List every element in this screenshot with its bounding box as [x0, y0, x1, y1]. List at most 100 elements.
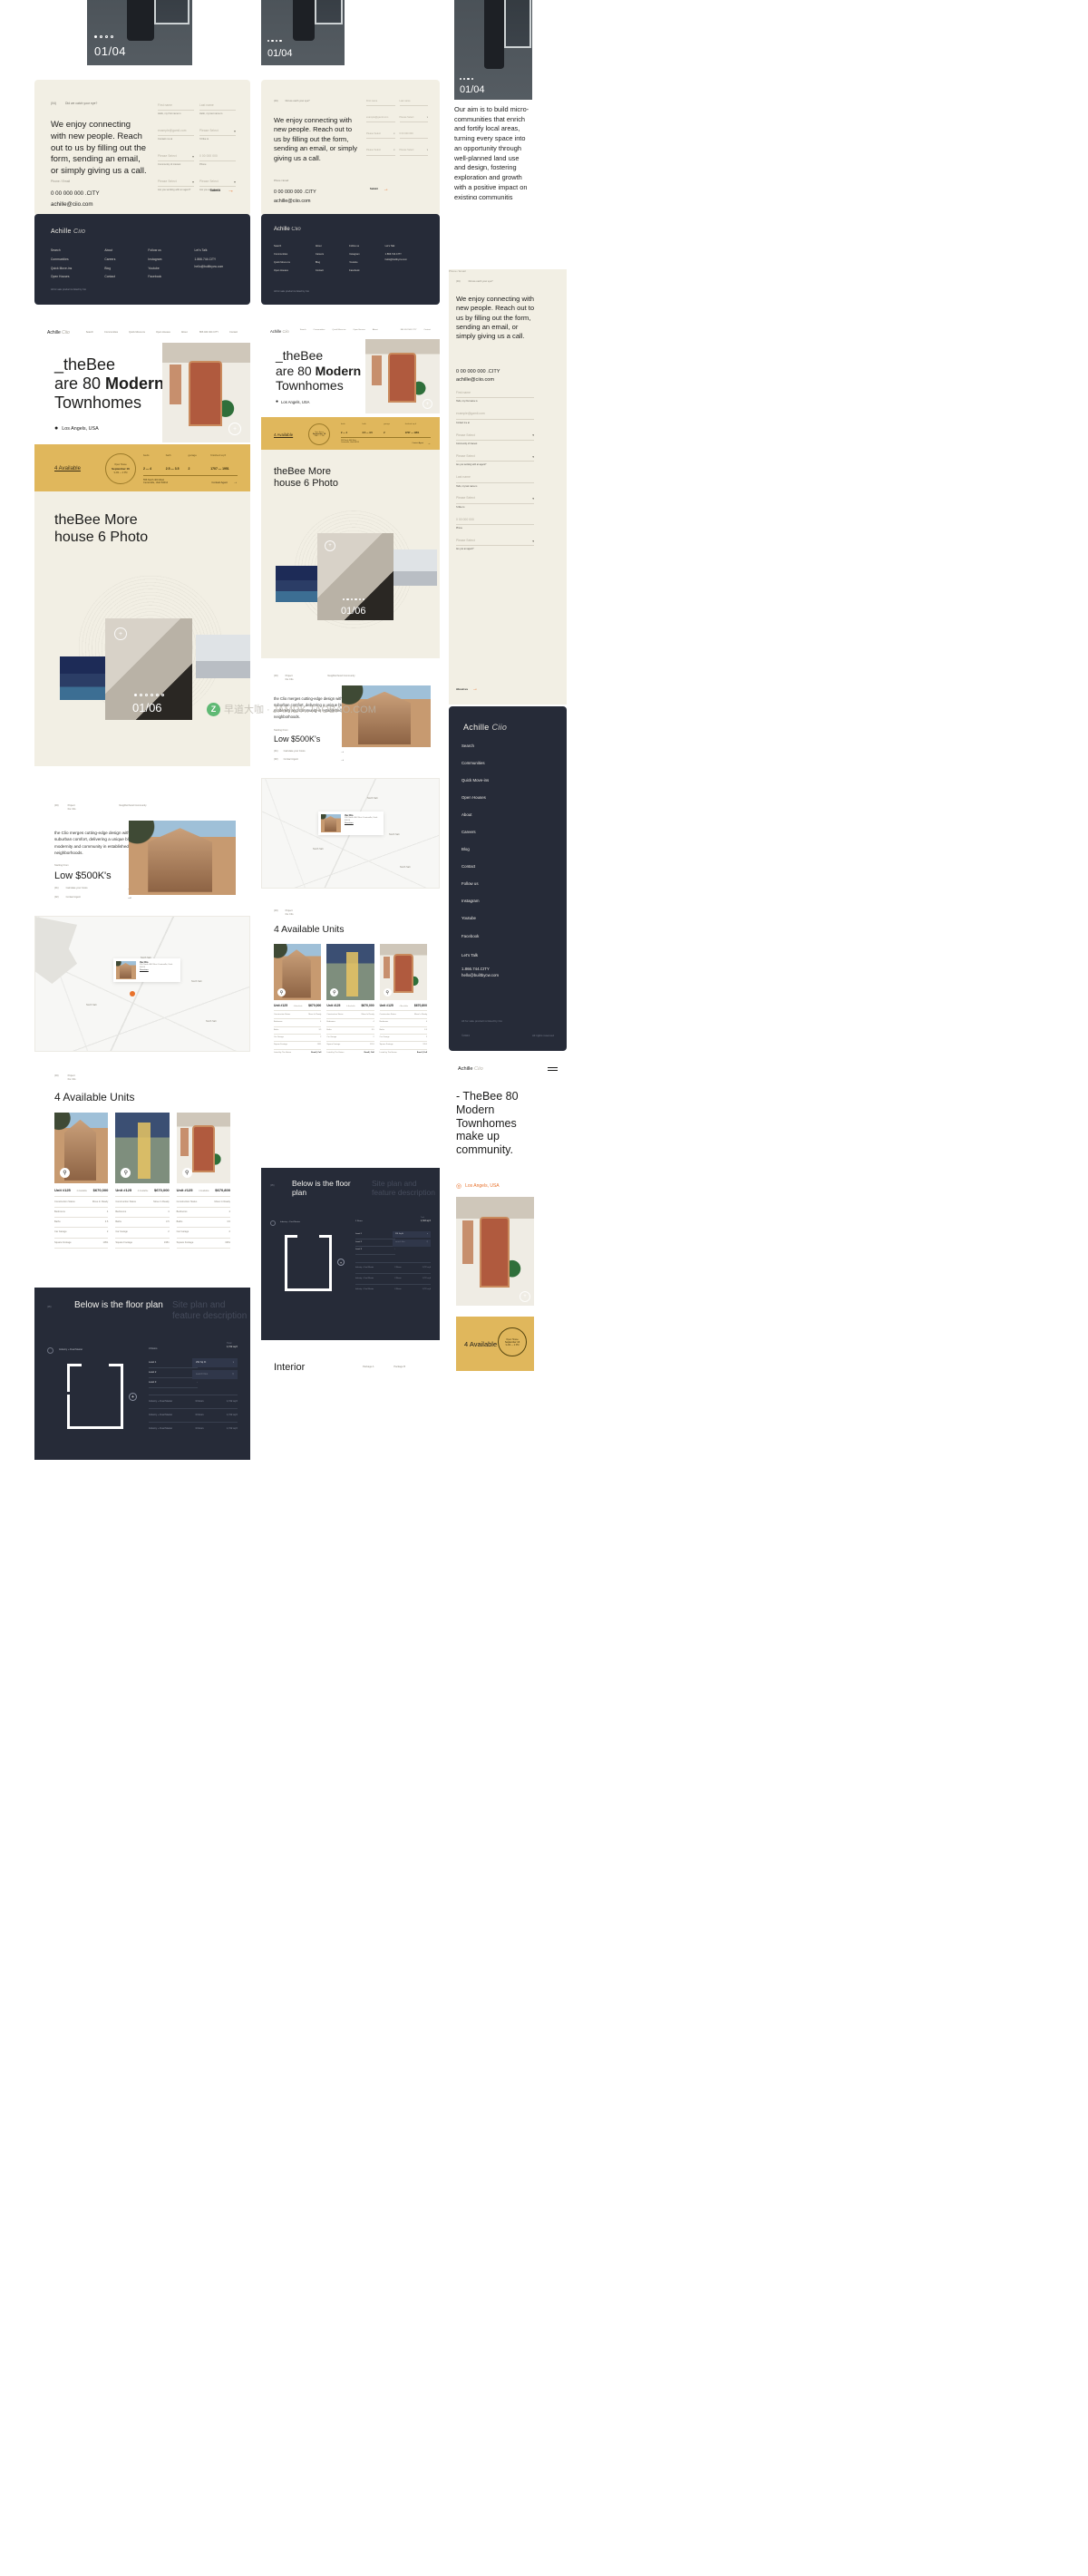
- community-link[interactable]: (02) Contact Agent →: [274, 757, 345, 763]
- search-icon[interactable]: ⚲: [232, 1373, 234, 1376]
- footer-link[interactable]: Contact: [316, 269, 324, 273]
- arrow-right-icon[interactable]: →: [127, 895, 132, 900]
- unit-row-value[interactable]: Email | Call: [311, 1052, 321, 1055]
- footer-link[interactable]: Communities: [274, 253, 290, 257]
- footer-link[interactable]: Follow us: [461, 880, 499, 887]
- chevron-down-icon[interactable]: ▾: [427, 149, 428, 152]
- search-files-input[interactable]: search files ⚲: [393, 1239, 431, 1247]
- unit-photo[interactable]: ⚲: [176, 1113, 230, 1183]
- chevron-right-icon[interactable]: ›: [394, 1249, 395, 1252]
- field-placeholder[interactable]: First name: [366, 100, 395, 103]
- form-field[interactable]: example@gamil.com Contact me at: [456, 412, 534, 424]
- arrow-right-icon[interactable]: →: [228, 188, 234, 194]
- field-placeholder[interactable]: example@gamil.com: [158, 129, 194, 133]
- form-field[interactable]: example@gamil.com Contact me at: [158, 129, 194, 141]
- level-row[interactable]: Level 2 ›: [149, 1368, 198, 1379]
- unit-photo[interactable]: ⚲: [274, 944, 322, 1000]
- map-info-card[interactable]: the Clio 556 North 400 West Centerville,…: [113, 958, 180, 982]
- link-label[interactable]: Contact Agent: [284, 758, 298, 762]
- nav-phone[interactable]: 866 024 944 CITY: [401, 329, 417, 333]
- level-row[interactable]: Level 1 ›: [149, 1358, 198, 1369]
- search-files-placeholder[interactable]: search files: [196, 1373, 208, 1376]
- shot-map-tablet[interactable]: North Salt North Salt North Salt North S…: [261, 778, 440, 889]
- footer-email[interactable]: hello@builtbycw.com: [195, 265, 224, 269]
- gallery-thumb-right[interactable]: [196, 635, 250, 678]
- field-placeholder[interactable]: Last name: [400, 100, 429, 103]
- community-link[interactable]: (01) Calculate your Costs →: [274, 749, 345, 754]
- form-field[interactable]: Please Select ▾ Are you working with an …: [456, 454, 534, 467]
- footer-link[interactable]: About: [461, 812, 499, 818]
- sqft-select[interactable]: 291 Sq Ft ▾: [192, 1358, 238, 1368]
- field-placeholder[interactable]: Please Select: [456, 433, 475, 438]
- link-label[interactable]: Calculate your Costs: [66, 887, 88, 890]
- form-field[interactable]: 0 00 000 000: [399, 132, 428, 140]
- package-tab[interactable]: Package A: [363, 1366, 374, 1369]
- form-field[interactable]: Please Select ▾ I'd like to: [199, 129, 236, 141]
- footer-logo[interactable]: Achille Ciio: [463, 723, 507, 732]
- plan-hotspot-button[interactable]: +: [129, 1393, 137, 1401]
- field-placeholder[interactable]: Please Select: [158, 154, 177, 159]
- footer-link[interactable]: About: [104, 248, 115, 253]
- chevron-down-icon[interactable]: ▾: [192, 180, 194, 184]
- chevron-down-icon[interactable]: ▾: [427, 116, 428, 120]
- nav-item-search[interactable]: Search: [86, 331, 93, 335]
- about-us-label[interactable]: About us: [456, 687, 468, 692]
- package-tab[interactable]: Package B: [393, 1366, 405, 1369]
- nav-item-communities[interactable]: Communities: [104, 331, 118, 335]
- footer-email[interactable]: hello@builtbycw.com: [385, 258, 407, 262]
- footer-link[interactable]: Instagram: [148, 258, 161, 262]
- unit-photo[interactable]: ⚲: [326, 944, 374, 1000]
- field-placeholder[interactable]: Please Select: [456, 496, 475, 501]
- submit-label[interactable]: Submit: [370, 188, 378, 191]
- link-label[interactable]: Contact Agent: [66, 896, 81, 899]
- search-icon[interactable]: ⚲: [330, 988, 339, 996]
- nav-phone[interactable]: 866 024 944 CITY: [199, 331, 219, 335]
- footer-link[interactable]: Open Houses: [461, 794, 499, 801]
- footer-link[interactable]: Search: [461, 743, 499, 749]
- chevron-right-icon[interactable]: ›: [197, 1381, 198, 1385]
- field-placeholder[interactable]: Last name: [456, 475, 534, 480]
- chevron-down-icon[interactable]: ▾: [234, 129, 236, 133]
- chevron-down-icon[interactable]: ▾: [233, 1361, 234, 1365]
- footer-link[interactable]: Communities: [51, 258, 72, 262]
- community-link[interactable]: (01) Calculate your Costs →: [54, 886, 132, 891]
- footer-link[interactable]: Communities: [461, 760, 499, 766]
- submit-button[interactable]: Submit →: [370, 187, 389, 192]
- contact-form-tablet[interactable]: First name Last name example@gamil.com P…: [366, 100, 428, 156]
- form-field[interactable]: Please Select ▾ Are you working with an …: [158, 180, 194, 192]
- carousel-dots[interactable]: [460, 77, 473, 80]
- footer-link[interactable]: Follow us: [148, 248, 161, 253]
- footer-link[interactable]: Careers: [461, 829, 499, 835]
- nav-item-quick-move-ins[interactable]: Quick Move-ins: [332, 329, 345, 333]
- field-placeholder[interactable]: Please Select: [366, 149, 381, 152]
- unit-card[interactable]: ⚲ Unit #125 4 Available $670,800 Constru…: [176, 1113, 230, 1251]
- form-field[interactable]: Please Select ▾ I'd like to: [456, 496, 534, 509]
- footer-link[interactable]: Instagram: [461, 898, 499, 904]
- gallery-main-photo[interactable]: + 01/06: [105, 618, 192, 720]
- footer-link[interactable]: About: [316, 245, 324, 248]
- contact-agent-button[interactable]: Contact Agent →: [412, 441, 431, 445]
- chevron-down-icon[interactable]: ▾: [234, 180, 236, 184]
- link-label[interactable]: Calculate your Costs: [284, 750, 306, 753]
- arrow-right-icon[interactable]: →: [472, 686, 478, 692]
- nav-item-about[interactable]: About: [181, 331, 188, 335]
- arrow-right-icon[interactable]: →: [427, 441, 431, 445]
- navbar-logo[interactable]: Achille Ciio: [47, 330, 70, 335]
- nav-item-about[interactable]: About: [373, 329, 378, 333]
- unit-row-value[interactable]: Email | Call: [364, 1052, 374, 1055]
- footer-link[interactable]: Open Houses: [51, 275, 72, 279]
- footer-link[interactable]: Careers: [316, 253, 324, 257]
- search-files-input[interactable]: search files ⚲: [192, 1370, 238, 1380]
- form-field[interactable]: 0 00 000 000 Phone: [199, 154, 236, 167]
- map-card-directions[interactable]: Directions: [140, 969, 178, 971]
- footer-logo[interactable]: Achille Ciio: [274, 227, 301, 232]
- gallery-main-photo[interactable]: + 01/06: [317, 533, 393, 620]
- unit-card[interactable]: ⚲ Unit #125 4 Available $670,000 Constru…: [326, 944, 374, 1055]
- info-icon[interactable]: [270, 1220, 276, 1226]
- footer-link[interactable]: Youtube: [148, 267, 161, 271]
- level-row[interactable]: Level 3 ›: [355, 1247, 395, 1255]
- chevron-down-icon[interactable]: ▾: [192, 154, 194, 159]
- zoom-photo-button[interactable]: +: [423, 399, 432, 409]
- hamburger-menu-icon[interactable]: [548, 1066, 558, 1072]
- gallery-dots[interactable]: [134, 694, 164, 696]
